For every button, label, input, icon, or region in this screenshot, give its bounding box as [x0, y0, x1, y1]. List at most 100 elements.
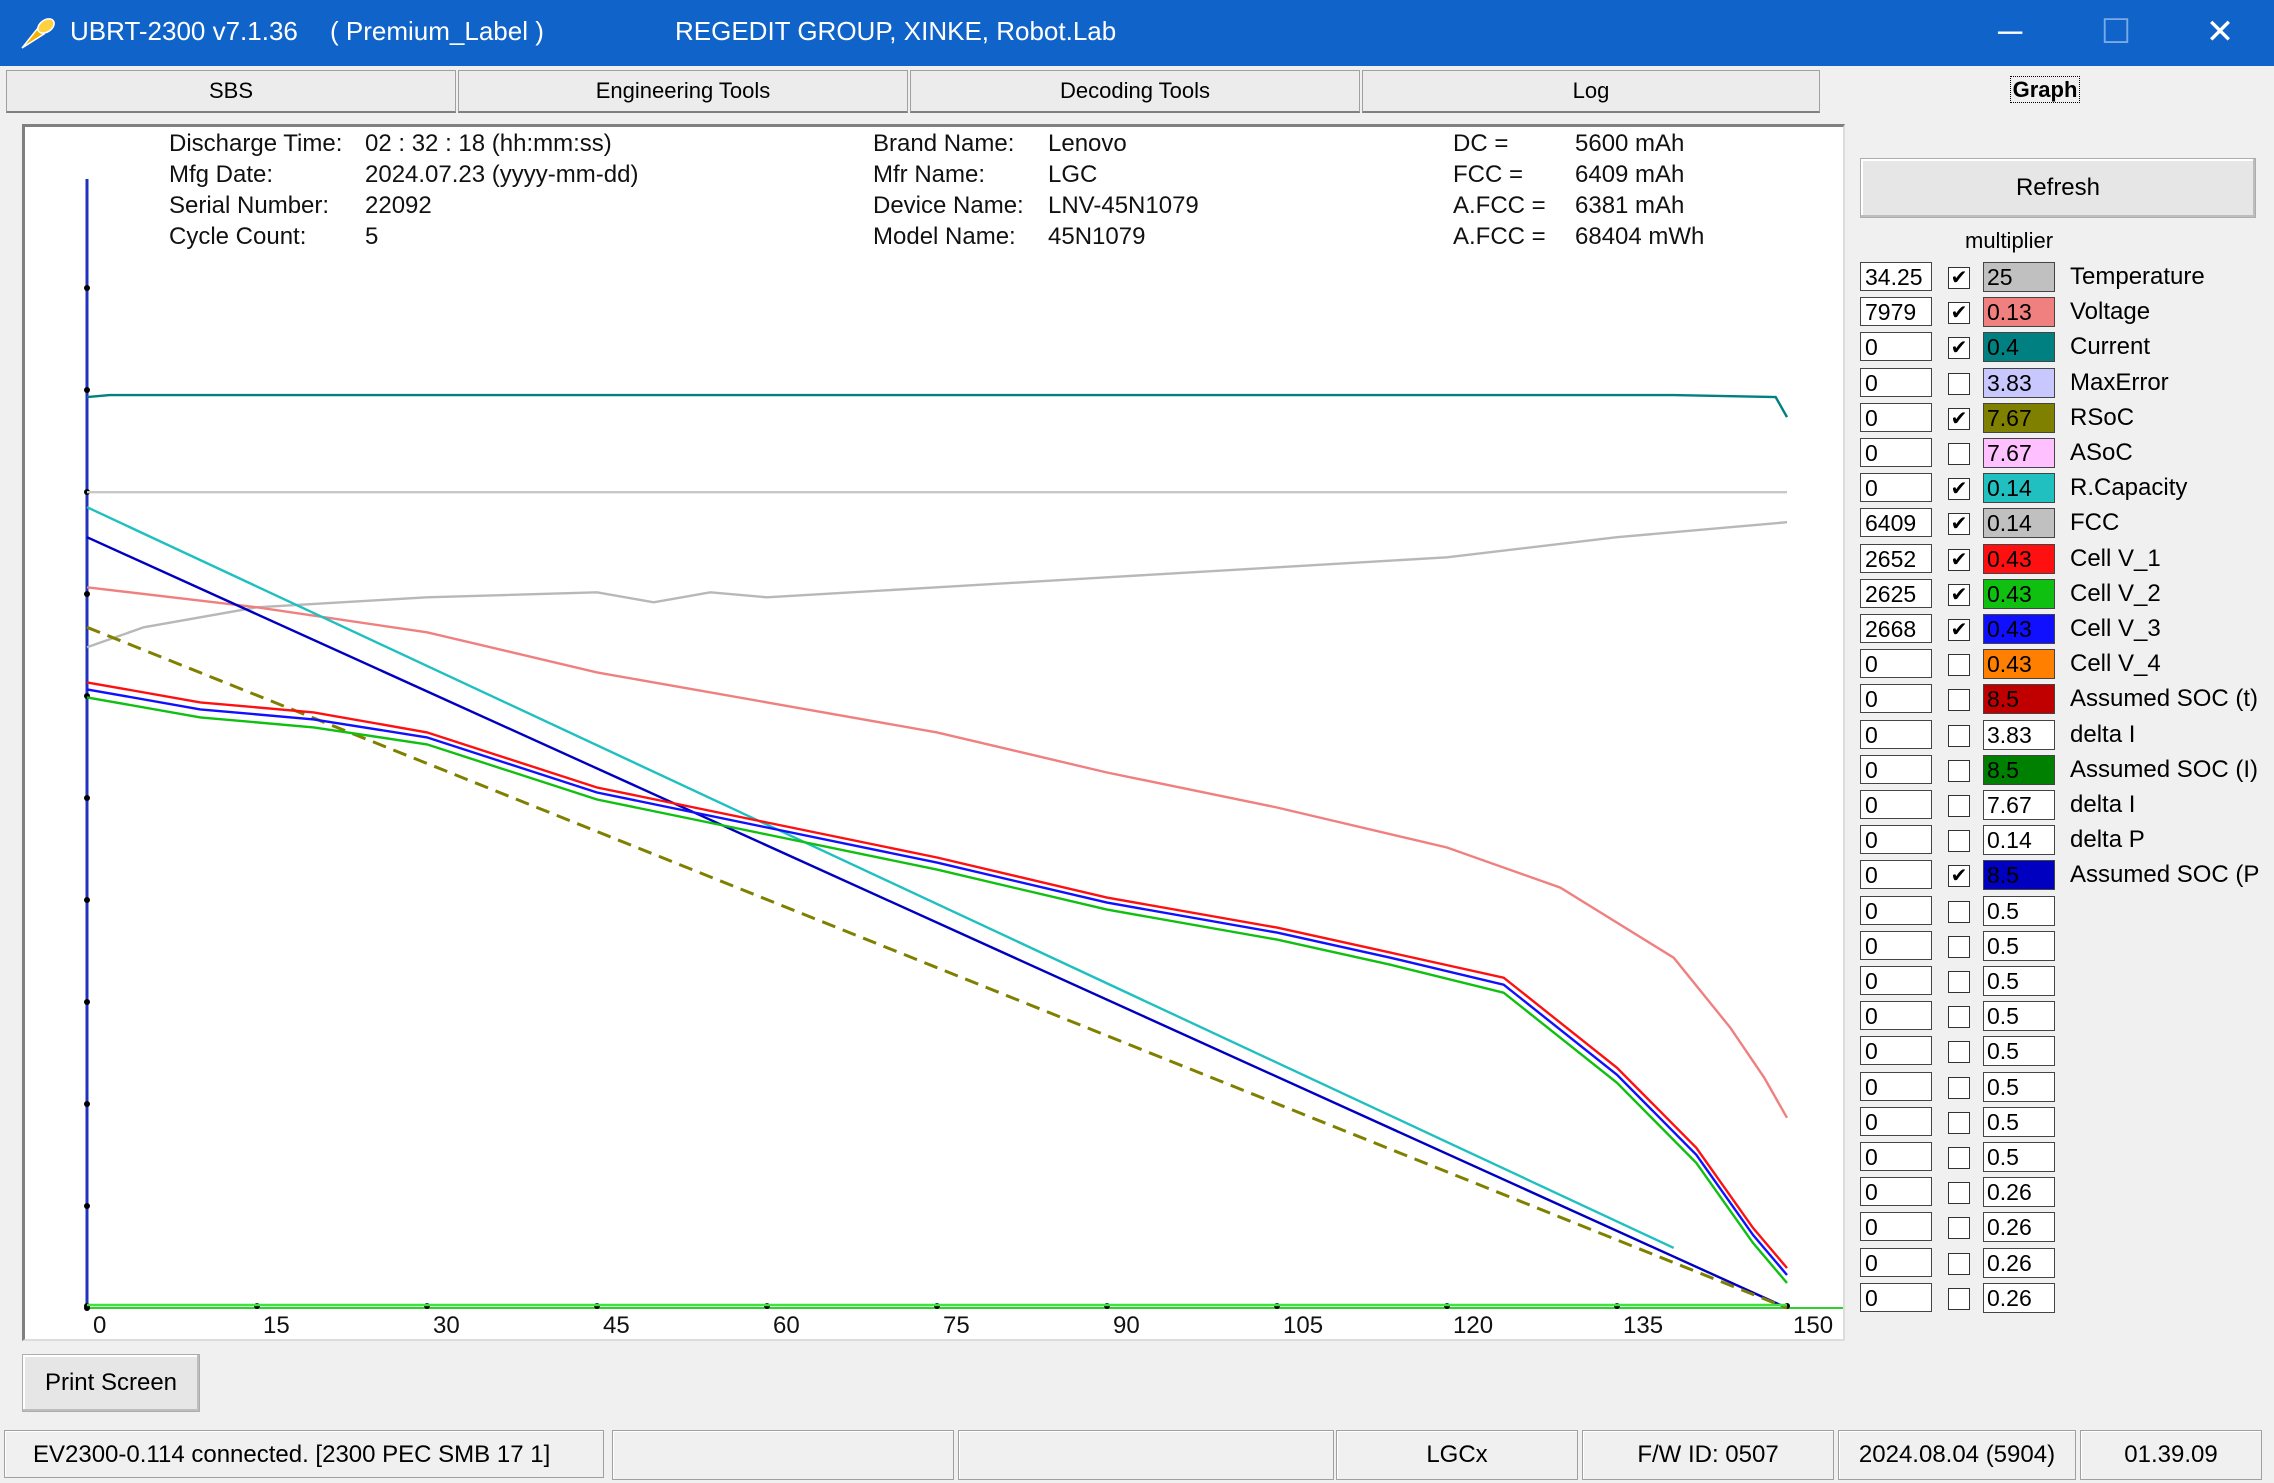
channel-multiplier[interactable]: 0.5 [1983, 930, 2055, 961]
channel-multiplier[interactable]: 0.14 [1983, 508, 2055, 539]
channel-checkbox[interactable] [1948, 1076, 1970, 1099]
channel-multiplier[interactable]: 8.5 [1983, 684, 2055, 715]
channel-checkbox[interactable]: ✔ [1948, 865, 1970, 888]
channel-multiplier[interactable]: 0.5 [1983, 1071, 2055, 1102]
channel-multiplier[interactable]: 0.5 [1983, 1036, 2055, 1067]
channel-checkbox[interactable] [1948, 1217, 1970, 1240]
tab-decoding-tools[interactable]: Decoding Tools [910, 70, 1360, 113]
channel-value[interactable]: 0 [1860, 1036, 1932, 1066]
channel-value[interactable]: 0 [1860, 966, 1932, 995]
channel-multiplier[interactable]: 3.83 [1983, 719, 2055, 750]
channel-checkbox[interactable]: ✔ [1948, 548, 1970, 571]
channel-checkbox[interactable] [1948, 935, 1970, 958]
channel-checkbox[interactable]: ✔ [1948, 513, 1970, 536]
tab-engineering-tools[interactable]: Engineering Tools [458, 70, 908, 113]
channel-checkbox[interactable] [1948, 443, 1970, 465]
channel-checkbox[interactable] [1948, 724, 1970, 747]
channel-multiplier[interactable]: 0.26 [1983, 1212, 2055, 1243]
channel-checkbox[interactable]: ✔ [1948, 407, 1970, 430]
channel-multiplier[interactable]: 0.5 [1983, 1001, 2055, 1032]
channel-multiplier[interactable]: 3.83 [1983, 367, 2055, 398]
channel-value[interactable]: 0 [1860, 1071, 1932, 1101]
channel-value[interactable]: 0 [1860, 1177, 1932, 1207]
channel-checkbox[interactable] [1948, 759, 1970, 782]
channel-checkbox[interactable] [1948, 830, 1970, 853]
channel-value[interactable]: 0 [1860, 1282, 1932, 1312]
channel-checkbox[interactable]: ✔ [1948, 337, 1970, 360]
channel-checkbox[interactable] [1948, 1147, 1970, 1169]
channel-checkbox[interactable]: ✔ [1948, 478, 1970, 501]
channel-value[interactable]: 0 [1860, 1106, 1932, 1136]
minimize-button[interactable]: ─ [1965, 0, 2055, 66]
channel-checkbox[interactable]: ✔ [1948, 619, 1970, 641]
channel-value[interactable]: 0 [1860, 684, 1932, 714]
channel-value[interactable]: 0 [1860, 754, 1932, 784]
print-screen-button[interactable]: Print Screen [22, 1354, 200, 1412]
channel-checkbox[interactable] [1948, 795, 1970, 817]
tab-sbs[interactable]: SBS [6, 70, 456, 113]
channel-checkbox[interactable] [1948, 689, 1970, 712]
maximize-button[interactable]: ☐ [2071, 0, 2161, 66]
channel-multiplier[interactable]: 0.5 [1983, 895, 2055, 926]
channel-multiplier[interactable]: 0.43 [1983, 649, 2055, 680]
channel-checkbox[interactable] [1948, 654, 1970, 677]
close-button[interactable]: ✕ [2175, 0, 2265, 66]
channel-value[interactable]: 0 [1860, 1212, 1932, 1242]
channel-multiplier[interactable]: 0.26 [1983, 1177, 2055, 1208]
channel-value[interactable]: 0 [1860, 402, 1932, 432]
channel-value[interactable]: 0 [1860, 1142, 1932, 1171]
channel-checkbox[interactable] [1948, 1041, 1970, 1064]
channel-value[interactable]: 6409 [1860, 508, 1932, 538]
refresh-button[interactable]: Refresh [1860, 158, 2256, 218]
channel-multiplier[interactable]: 0.5 [1983, 1106, 2055, 1137]
channel-multiplier[interactable]: 7.67 [1983, 790, 2055, 820]
channel-value[interactable]: 0 [1860, 649, 1932, 679]
channel-multiplier[interactable]: 8.5 [1983, 754, 2055, 785]
channel-value[interactable]: 0 [1860, 790, 1932, 819]
channel-multiplier[interactable]: 0.43 [1983, 614, 2055, 644]
channel-multiplier[interactable]: 0.14 [1983, 473, 2055, 504]
channel-multiplier[interactable]: 0.14 [1983, 825, 2055, 856]
channel-multiplier[interactable]: 0.26 [1983, 1282, 2055, 1313]
channel-checkbox[interactable] [1948, 900, 1970, 923]
channel-value[interactable]: 0 [1860, 1001, 1932, 1031]
channel-value[interactable]: 34.25 [1860, 262, 1932, 291]
channel-value[interactable]: 2668 [1860, 614, 1932, 643]
tab-graph[interactable]: Graph [1822, 70, 2268, 110]
channel-multiplier[interactable]: 0.26 [1983, 1247, 2055, 1278]
channel-checkbox[interactable]: ✔ [1948, 583, 1970, 606]
channel-value[interactable]: 2652 [1860, 543, 1932, 573]
channel-multiplier[interactable]: 0.43 [1983, 543, 2055, 574]
channel-value[interactable]: 0 [1860, 860, 1932, 890]
channel-multiplier[interactable]: 25 [1983, 262, 2055, 292]
channel-multiplier[interactable]: 0.4 [1983, 332, 2055, 363]
channel-multiplier[interactable]: 7.67 [1983, 438, 2055, 468]
channel-multiplier[interactable]: 7.67 [1983, 402, 2055, 433]
channel-value[interactable]: 7979 [1860, 297, 1932, 327]
channel-value[interactable]: 0 [1860, 332, 1932, 362]
channel-multiplier[interactable]: 0.43 [1983, 578, 2055, 609]
channel-value[interactable]: 0 [1860, 473, 1932, 503]
channel-multiplier[interactable]: 0.5 [1983, 966, 2055, 996]
channel-checkbox[interactable] [1948, 1182, 1970, 1205]
channel-value[interactable]: 0 [1860, 719, 1932, 749]
channel-value[interactable]: 0 [1860, 438, 1932, 467]
channel-checkbox[interactable] [1948, 372, 1970, 395]
channel-value[interactable]: 0 [1860, 1247, 1932, 1277]
channel-value[interactable]: 0 [1860, 930, 1932, 960]
channel-checkbox[interactable]: ✔ [1948, 267, 1970, 289]
channel-checkbox[interactable] [1948, 1287, 1970, 1310]
channel-value[interactable]: 0 [1860, 825, 1932, 855]
channel-checkbox[interactable]: ✔ [1948, 302, 1970, 325]
channel-checkbox[interactable] [1948, 971, 1970, 993]
tab-log[interactable]: Log [1362, 70, 1820, 113]
channel-value[interactable]: 0 [1860, 367, 1932, 397]
channel-multiplier[interactable]: 0.5 [1983, 1142, 2055, 1172]
channel-value[interactable]: 0 [1860, 895, 1932, 925]
channel-checkbox[interactable] [1948, 1006, 1970, 1029]
channel-multiplier[interactable]: 8.5 [1983, 860, 2055, 891]
channel-checkbox[interactable] [1948, 1111, 1970, 1134]
channel-multiplier[interactable]: 0.13 [1983, 297, 2055, 328]
channel-value[interactable]: 2625 [1860, 578, 1932, 608]
channel-checkbox[interactable] [1948, 1252, 1970, 1275]
